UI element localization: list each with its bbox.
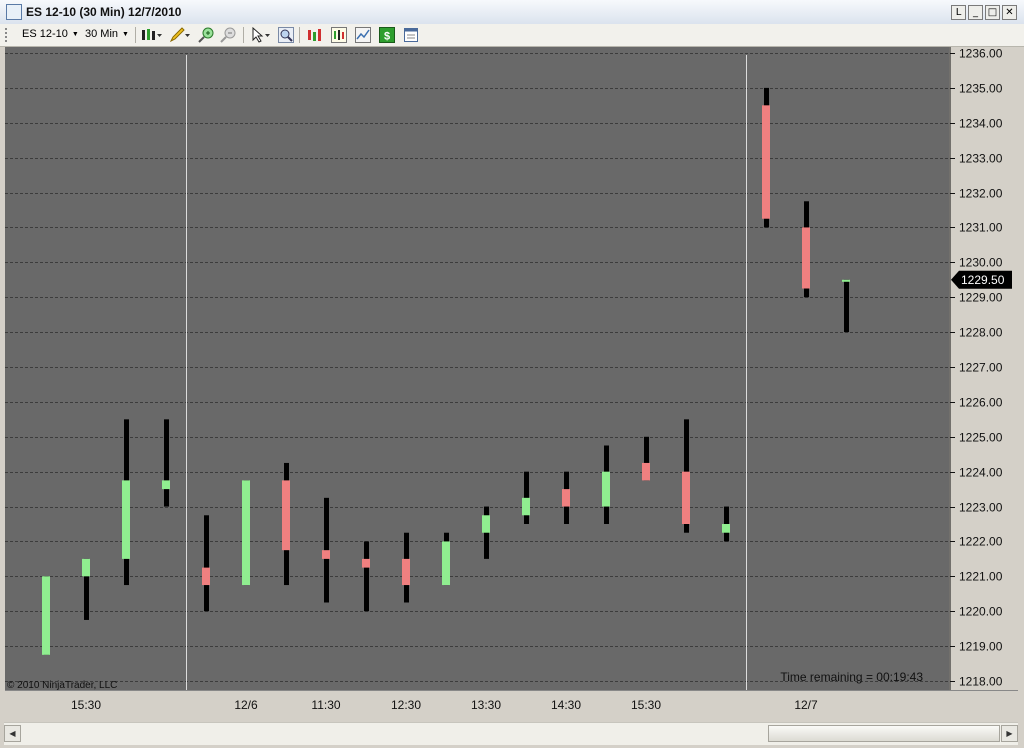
instrument-label: ES 12-10	[22, 28, 68, 40]
down-bar-body	[682, 471, 690, 524]
title-bar[interactable]: ES 12-10 (30 Min) 12/7/2010 L _ □ ✕	[0, 0, 1024, 25]
up-bar-body	[482, 515, 490, 533]
x-tick-label: 12:30	[391, 698, 421, 712]
bar-wick	[204, 515, 209, 612]
y-tick-label: 1227.00	[959, 361, 1003, 375]
strategies-icon[interactable]	[331, 27, 347, 43]
chart-window: ES 12-10 (30 Min) 12/7/2010 L _ □ ✕ ES 1…	[0, 0, 1024, 748]
y-tick-label: 1236.00	[959, 47, 1003, 61]
chevron-down-icon: ▼	[71, 30, 79, 38]
chart-app-icon	[6, 4, 22, 20]
y-tick-label: 1229.00	[959, 291, 1003, 305]
up-bar-body	[122, 480, 130, 559]
maximize-button[interactable]: □	[985, 5, 1000, 20]
bar-wick	[844, 279, 849, 333]
x-tick-label: 12/6	[234, 698, 258, 712]
price-axis[interactable]: 1236.00 1235.00 1234.00 1233.00 1232.00 1231.…	[950, 47, 1003, 689]
up-bar-body	[442, 541, 450, 586]
horizontal-scrollbar[interactable]: ◀ ▶	[4, 722, 1018, 745]
toolbar-divider	[299, 27, 300, 43]
down-bar-body	[402, 558, 410, 586]
zoom-in-icon[interactable]	[198, 27, 214, 43]
bar-type-icon[interactable]	[141, 27, 163, 43]
x-tick-label: 15:30	[631, 698, 661, 712]
last-price-label: 1229.50	[961, 273, 1005, 287]
data-box-icon[interactable]	[403, 27, 419, 43]
y-tick-label: 1220.00	[959, 605, 1003, 619]
dollar-icon[interactable]: $	[379, 27, 395, 43]
y-tick-label: 1235.00	[959, 82, 1003, 96]
time-remaining-text: Time remaining = 00:19:43	[780, 670, 923, 684]
price-chart[interactable]: 1236.00 1235.00 1234.00 1233.00 1232.00 1231.…	[4, 47, 1018, 721]
y-tick-label: 1218.00	[959, 675, 1003, 689]
down-bar-body	[322, 550, 330, 559]
y-tick-label: 1226.00	[959, 396, 1003, 410]
y-tick-label: 1228.00	[959, 326, 1003, 340]
down-bar-body	[362, 558, 370, 568]
toolbar-divider	[243, 27, 244, 43]
down-bar-body	[802, 227, 810, 289]
interval-label: 30 Min	[85, 28, 119, 40]
restore-tab-button[interactable]: L	[951, 5, 966, 20]
y-tick-label: 1223.00	[959, 501, 1003, 515]
chart-properties-icon[interactable]	[355, 27, 371, 43]
toolbar-grip[interactable]	[5, 28, 10, 42]
scroll-left-arrow-icon[interactable]: ◀	[4, 725, 21, 742]
close-button[interactable]: ✕	[1002, 5, 1017, 20]
chart-panel[interactable]: 1236.00 1235.00 1234.00 1233.00 1232.00 1231.…	[4, 47, 1018, 721]
scroll-right-arrow-icon[interactable]: ▶	[1001, 725, 1018, 742]
svg-text:$: $	[384, 31, 390, 43]
down-bar-body	[762, 105, 770, 219]
instrument-dropdown[interactable]: ES 12-10 ▼	[22, 28, 79, 40]
time-axis[interactable]: 15:30 12/6 11:30 12:30 13:30 14:30 15:30 12/7	[5, 690, 1018, 713]
scroll-thumb[interactable]	[768, 725, 1000, 742]
down-bar-body	[202, 567, 210, 586]
chart-toolbar: ES 12-10 ▼ 30 Min ▼ $	[0, 24, 1024, 47]
up-bar-body	[162, 480, 170, 490]
search-magnifier-icon[interactable]	[278, 27, 294, 43]
x-tick-label: 13:30	[471, 698, 501, 712]
indicators-icon[interactable]	[307, 27, 323, 43]
down-bar-body	[282, 480, 290, 551]
bar-wick	[164, 419, 169, 507]
interval-dropdown[interactable]: 30 Min ▼	[85, 28, 129, 40]
y-tick-label: 1233.00	[959, 152, 1003, 166]
y-tick-label: 1222.00	[959, 535, 1003, 549]
toolbar-divider	[135, 27, 136, 43]
x-tick-label: 15:30	[71, 698, 101, 712]
y-tick-label: 1232.00	[959, 187, 1003, 201]
plot-background	[5, 47, 949, 690]
copyright-text: © 2010 NinjaTrader, LLC	[7, 680, 117, 691]
y-tick-label: 1224.00	[959, 466, 1003, 480]
y-tick-label: 1234.00	[959, 117, 1003, 131]
up-bar-body	[602, 471, 610, 507]
up-bar-body	[42, 576, 50, 655]
window-title: ES 12-10 (30 Min) 12/7/2010	[26, 5, 182, 19]
up-bar-body	[242, 480, 250, 586]
bar-wick	[364, 541, 369, 612]
down-bar-body	[642, 462, 650, 481]
y-tick-label: 1230.00	[959, 256, 1003, 270]
cursor-pointer-icon[interactable]	[250, 26, 272, 43]
x-tick-label: 11:30	[311, 698, 340, 712]
minimize-button[interactable]: _	[968, 5, 983, 20]
y-tick-label: 1219.00	[959, 640, 1003, 654]
x-tick-label: 14:30	[551, 698, 581, 712]
up-bar-body	[522, 497, 530, 516]
up-bar-body	[82, 558, 90, 577]
bar-wick	[524, 471, 529, 524]
chevron-down-icon: ▼	[122, 30, 129, 38]
up-bar-body	[722, 524, 730, 533]
y-tick-label: 1225.00	[959, 431, 1003, 445]
down-bar-body	[562, 489, 570, 507]
zoom-out-icon[interactable]	[220, 27, 236, 43]
up-bar-body	[842, 279, 850, 282]
x-tick-label: 12/7	[794, 698, 818, 712]
last-price-marker: 1229.50	[951, 270, 1012, 289]
y-tick-label: 1221.00	[959, 570, 1003, 584]
y-tick-label: 1231.00	[959, 221, 1003, 235]
drawing-pencil-icon[interactable]	[169, 27, 191, 43]
